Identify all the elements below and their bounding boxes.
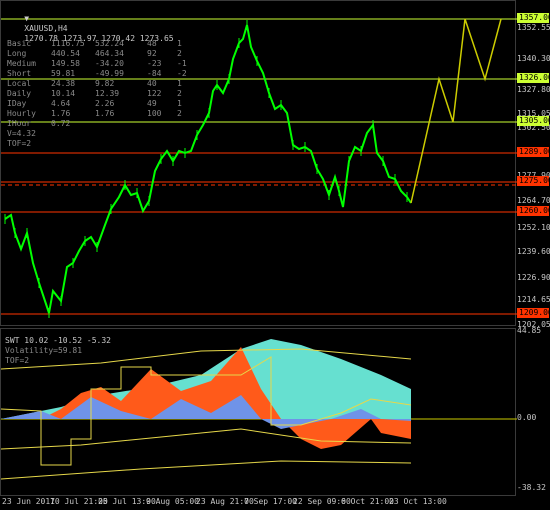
price-tick-label: 1252.10 [517, 223, 550, 232]
price-tick-label: 1264.70 [517, 196, 550, 205]
stats-cell: 24.38 [51, 79, 76, 88]
stats-cell: 1 [177, 39, 182, 48]
price-tick-label: 1340.30 [517, 54, 550, 63]
stats-cell: 48 [147, 39, 157, 48]
price-level-box[interactable]: 1260.00 [517, 206, 550, 216]
stats-cell: 40 [147, 79, 157, 88]
stats-cell: 100 [147, 109, 162, 118]
stats-cell: Long [7, 49, 27, 58]
forecast-line [410, 18, 502, 204]
osc-tick-label: -38.32 [517, 483, 546, 492]
stats-cell: 49 [147, 99, 157, 108]
stats-cell: 0.72 [51, 119, 71, 128]
price-level-box[interactable]: 1326.00 [517, 73, 550, 83]
price-level-box[interactable]: 1209.00 [517, 308, 550, 318]
price-level-box[interactable]: 1289.00 [517, 147, 550, 157]
stats-cell: -1 [177, 59, 187, 68]
stats-row: IHour 0.72 [7, 119, 70, 129]
stats-row: Basic 1116.75 532.24 48 1 [7, 39, 182, 49]
chart-menu-triangle-icon[interactable]: ▼ [24, 14, 29, 23]
time-tick-label: 9 Aug 05:00 [146, 497, 199, 506]
stats-cell: 59.81 [51, 69, 76, 78]
stats-row: Long 440.54 464.34 92 2 [7, 49, 182, 59]
stats-cell: 532.24 [95, 39, 124, 48]
stats-cell: Daily [7, 89, 32, 98]
stats-row: IDay 4.64 2.26 49 1 [7, 99, 182, 109]
stats-cell: 1116.75 [51, 39, 85, 48]
stats-cell: Hourly [7, 109, 36, 118]
time-tick-label: 6 Oct 21:00 [341, 497, 394, 506]
stats-cell: 149.58 [51, 59, 80, 68]
stats-cell: 464.34 [95, 49, 124, 58]
time-tick-label: 23 Jun 2017 [2, 497, 55, 506]
stats-cell: 2 [177, 89, 182, 98]
stats-cell: IHour [7, 119, 32, 128]
stats-cell: 440.54 [51, 49, 80, 58]
stats-cell: -23 [147, 59, 162, 68]
price-level-box[interactable]: 1275.00 [517, 176, 550, 186]
stats-row: Local 24.38 9.82 40 1 [7, 79, 182, 89]
stats-cell: 92 [147, 49, 157, 58]
osc-title: SWT 10.02 -10.52 -5.32 [5, 336, 111, 345]
stats-cell: 2 [177, 49, 182, 58]
stats-cell: Local [7, 79, 32, 88]
price-level-box[interactable]: 1357.00 [517, 13, 550, 23]
stats-cell: -49.99 [95, 69, 124, 78]
stats-cell: 10.14 [51, 89, 76, 98]
stats-cell: Short [7, 69, 32, 78]
oscillator-panel[interactable]: SWT 10.02 -10.52 -5.32 Volatility=59.81 … [0, 328, 517, 496]
stats-cell: 1 [177, 79, 182, 88]
price-tick-label: 1239.60 [517, 247, 550, 256]
time-tick-label: 23 Oct 13:00 [389, 497, 447, 506]
stats-cell: 1.76 [95, 109, 115, 118]
stats-row: Hourly 1.76 1.76 100 2 [7, 109, 182, 119]
stats-cell: 2.26 [95, 99, 115, 108]
stats-cell: Medium [7, 59, 36, 68]
osc-tick-label: 44.85 [517, 326, 542, 335]
stats-cell: 2 [177, 109, 182, 118]
osc-volatility: Volatility=59.81 [5, 346, 83, 355]
osc-tick-label: 0.00 [517, 413, 537, 422]
osc-tof: TOF=2 [5, 356, 30, 365]
stats-cell: 9.82 [95, 79, 115, 88]
stats-cell: 12.39 [95, 89, 120, 98]
stats-row: Medium 149.58 -34.20 -23 -1 [7, 59, 187, 69]
stats-cell: 4.64 [51, 99, 71, 108]
stats-cell: -2 [177, 69, 187, 78]
time-tick-label: 7 Sep 17:00 [244, 497, 297, 506]
price-tick-label: 1214.65 [517, 295, 550, 304]
stats-cell: -34.20 [95, 59, 124, 68]
stats-extra: V=4.32 [7, 129, 36, 138]
stats-cell: IDay [7, 99, 27, 108]
stats-cell: 1 [177, 99, 182, 108]
stats-row: Daily 10.14 12.39 122 2 [7, 89, 182, 99]
stats-cell: -84 [147, 69, 162, 78]
stats-cell: Basic [7, 39, 32, 48]
price-tick-label: 1226.90 [517, 273, 550, 282]
symbol-label: XAUUSD,H4 [24, 24, 68, 33]
price-level-box[interactable]: 1305.00 [517, 116, 550, 126]
price-tick-label: 1327.80 [517, 85, 550, 94]
stats-table: Basic 1116.75 532.24 48 1 Long 440.54 464.34 92 2… [7, 39, 187, 149]
stats-cell: 122 [147, 89, 162, 98]
price-chart-panel[interactable]: ▼ XAUUSD,H4 1270.78 1273.97 1270.42 1273… [0, 0, 517, 326]
bottom-band [1, 460, 412, 480]
stats-extra: TOF=2 [7, 139, 32, 148]
stats-row: Short 59.81 -49.99 -84 -2 [7, 69, 187, 79]
stats-cell: 1.76 [51, 109, 71, 118]
price-tick-label: 1352.55 [517, 23, 550, 32]
